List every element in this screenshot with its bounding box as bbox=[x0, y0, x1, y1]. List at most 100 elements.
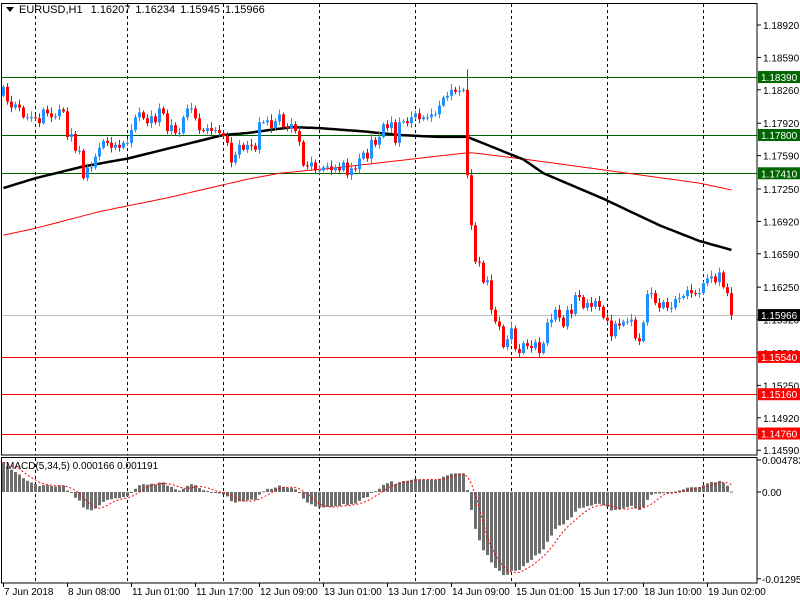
macd-histogram-bar bbox=[38, 486, 41, 492]
macd-histogram-bar bbox=[658, 492, 661, 494]
chart-window[interactable]: 1.18920 1.18590 1.18260 1.17920 1.17590 1.172… bbox=[0, 0, 800, 600]
candle-body bbox=[374, 139, 377, 145]
macd-histogram-bar bbox=[398, 482, 401, 492]
candle-body bbox=[410, 117, 413, 124]
macd-histogram-bar bbox=[494, 492, 497, 568]
candle-body bbox=[654, 293, 657, 303]
candle-body bbox=[250, 144, 253, 146]
macd-histogram-bar bbox=[114, 492, 117, 499]
candle-body bbox=[554, 309, 557, 320]
candle-body bbox=[286, 127, 289, 129]
macd-histogram-bar bbox=[526, 492, 529, 563]
candle-body bbox=[602, 306, 605, 318]
candle-body bbox=[514, 328, 517, 350]
macd-histogram-bar bbox=[262, 491, 265, 493]
ohlc-low: 1.15945 bbox=[180, 4, 220, 16]
macd-histogram-bar bbox=[422, 479, 425, 492]
macd-histogram-bar bbox=[14, 472, 17, 492]
macd-histogram-bar bbox=[134, 488, 137, 492]
chart-header: EURUSD,H1 1.16207 1.16234 1.15945 1.15966 bbox=[6, 4, 270, 16]
price-level-tag-label: 1.15160 bbox=[761, 390, 798, 401]
macd-histogram-bar bbox=[702, 485, 705, 492]
candle-body bbox=[658, 302, 661, 308]
time-axis-label: 11 Jun 01:00 bbox=[132, 587, 190, 598]
candle-body bbox=[50, 113, 53, 118]
candle-body bbox=[270, 120, 273, 129]
macd-histogram-bar bbox=[362, 492, 365, 498]
candle-body bbox=[242, 144, 245, 150]
macd-histogram-bar bbox=[318, 492, 321, 508]
price-chart[interactable]: 1.18920 1.18590 1.18260 1.17920 1.17590 1.172… bbox=[0, 0, 800, 600]
candle-body bbox=[450, 89, 453, 96]
macd-histogram-bar bbox=[34, 484, 37, 492]
macd-histogram-bar bbox=[662, 492, 665, 493]
macd-histogram-bar bbox=[390, 481, 393, 492]
macd-histogram-bar bbox=[178, 490, 181, 492]
candle-body bbox=[714, 276, 717, 283]
candle-body bbox=[722, 272, 725, 288]
candle-body bbox=[26, 117, 29, 119]
candle-body bbox=[18, 104, 21, 108]
candle-body bbox=[82, 150, 85, 179]
macd-histogram-bar bbox=[74, 492, 77, 498]
macd-histogram-bar bbox=[562, 492, 565, 525]
candle-body bbox=[166, 113, 169, 132]
candle-body bbox=[326, 166, 329, 168]
candle-body bbox=[494, 309, 497, 322]
moving-average-red bbox=[3, 152, 732, 236]
macd-plot bbox=[2, 458, 733, 583]
candle-body bbox=[426, 117, 429, 119]
macd-histogram-bar bbox=[522, 492, 525, 567]
macd-histogram-bar bbox=[26, 480, 29, 492]
candle-body bbox=[110, 142, 113, 148]
candle-body bbox=[206, 128, 209, 132]
candle-body bbox=[302, 141, 305, 166]
candle-body bbox=[442, 97, 445, 106]
macd-histogram-bar bbox=[30, 482, 33, 492]
candle-body bbox=[90, 167, 93, 169]
macd-histogram-bar bbox=[554, 492, 557, 529]
candle-body bbox=[238, 144, 241, 155]
macd-histogram-bar bbox=[182, 488, 185, 492]
candle-body bbox=[702, 283, 705, 294]
candle-body bbox=[646, 294, 649, 323]
macd-histogram-bar bbox=[510, 492, 513, 571]
macd-histogram-bar bbox=[606, 492, 609, 507]
macd-histogram-bar bbox=[170, 486, 173, 492]
candle-body bbox=[430, 114, 433, 118]
candle-body bbox=[694, 293, 697, 295]
candle-body bbox=[562, 317, 565, 327]
macd-histogram-bar bbox=[206, 491, 209, 493]
candle-body bbox=[662, 301, 665, 308]
candle-body bbox=[314, 162, 317, 171]
candle-body bbox=[570, 309, 573, 314]
macd-signal-line bbox=[3, 461, 732, 574]
main-plot bbox=[1, 4, 757, 455]
candle-body bbox=[46, 109, 49, 114]
candle-body bbox=[186, 108, 189, 118]
macd-axis-label: 0.004783 bbox=[762, 456, 800, 467]
dropdown-triangle-icon[interactable] bbox=[6, 7, 14, 12]
candle-body bbox=[510, 328, 513, 340]
macd-histogram-bar bbox=[82, 492, 85, 508]
candle-body bbox=[390, 122, 393, 129]
candle-body bbox=[566, 309, 569, 327]
candle-body bbox=[274, 121, 277, 129]
candle-body bbox=[406, 121, 409, 124]
time-axis-label: 12 Jun 09:00 bbox=[260, 587, 318, 598]
macd-histogram-bar bbox=[366, 492, 369, 498]
macd-histogram-bar bbox=[726, 485, 729, 492]
macd-histogram-bar bbox=[106, 492, 109, 500]
macd-histogram-bar bbox=[394, 484, 397, 492]
macd-histogram-bar bbox=[98, 492, 101, 506]
candle-body bbox=[398, 122, 401, 143]
price-axis-label: 1.17920 bbox=[763, 119, 800, 130]
candle-body bbox=[518, 349, 521, 353]
candle-body bbox=[730, 293, 733, 316]
time-axis-label: 18 Jun 10:00 bbox=[644, 587, 702, 598]
candle-body bbox=[330, 166, 333, 171]
candle-body bbox=[122, 142, 125, 148]
candle-body bbox=[94, 156, 97, 168]
macd-histogram-bar bbox=[62, 485, 65, 492]
macd-histogram-bar bbox=[102, 492, 105, 502]
